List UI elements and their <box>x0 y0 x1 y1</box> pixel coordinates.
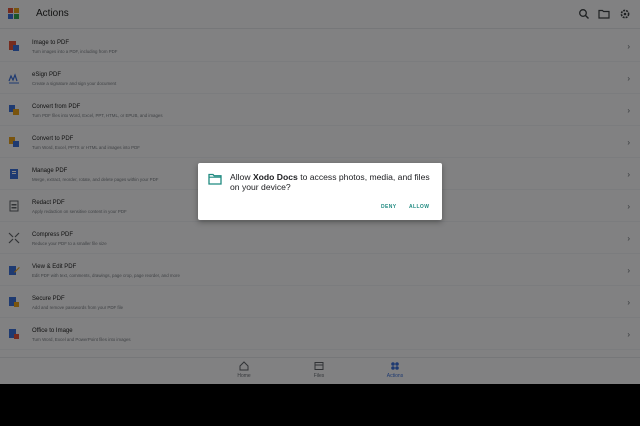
folder-icon <box>208 173 222 185</box>
deny-button[interactable]: DENY <box>381 204 397 210</box>
dialog-text-before: Allow <box>230 172 253 182</box>
allow-button[interactable]: ALLOW <box>409 204 429 210</box>
app-screen: Actions Image to PDF Turn images into a … <box>0 0 640 384</box>
permission-dialog: Allow Xodo Docs to access photos, media,… <box>198 163 442 220</box>
dialog-app-name: Xodo Docs <box>252 172 298 182</box>
dialog-message: Allow Xodo Docs to access photos, media,… <box>230 172 436 192</box>
